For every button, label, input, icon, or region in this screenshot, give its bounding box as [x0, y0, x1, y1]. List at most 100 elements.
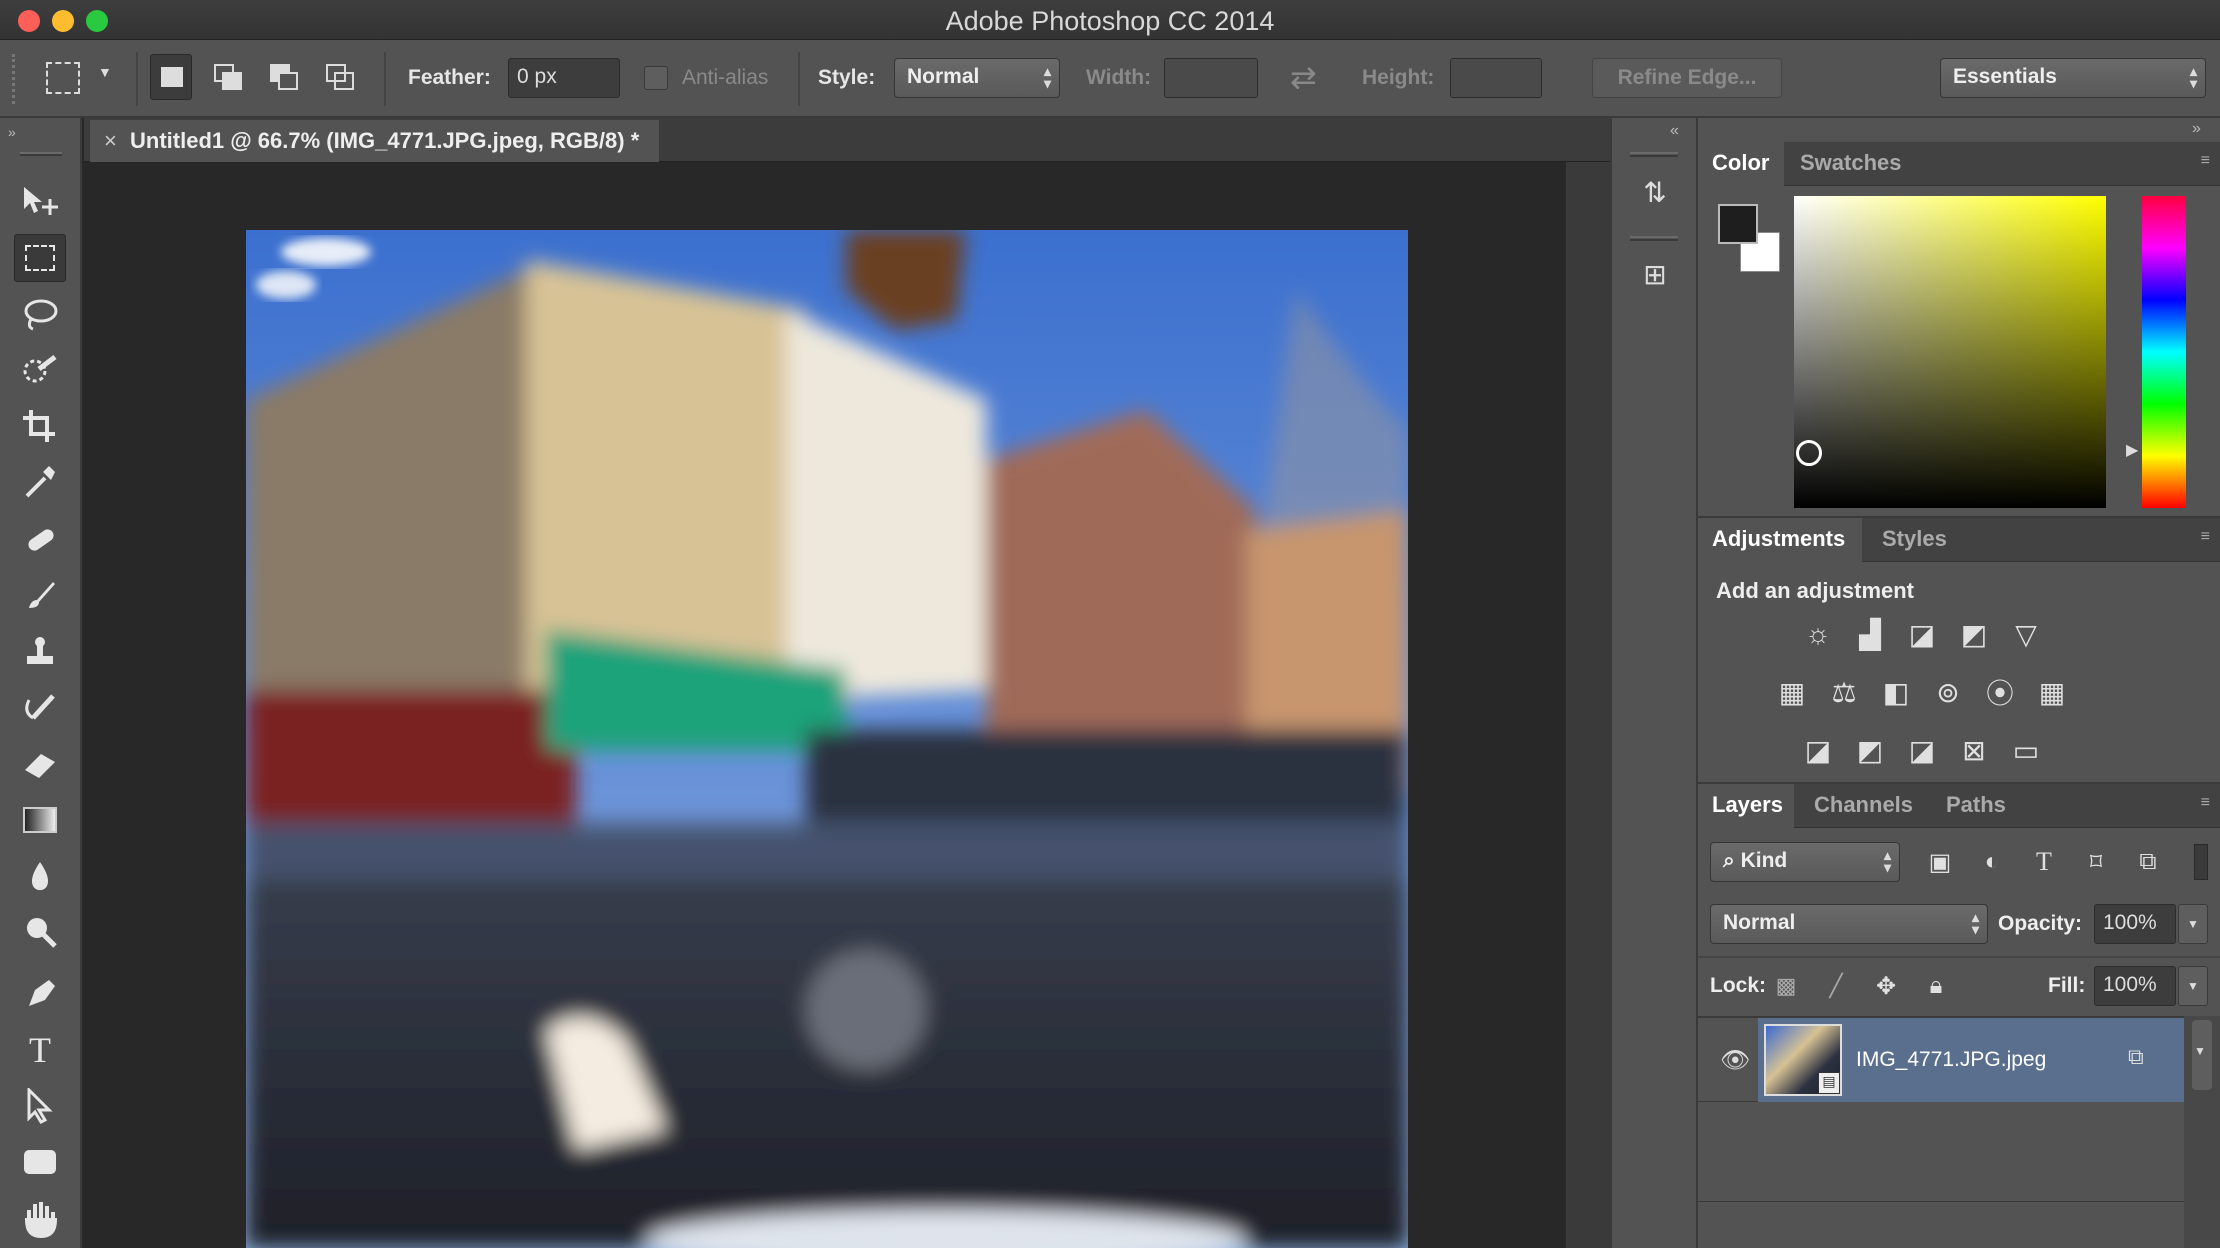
- blend-mode-dropdown[interactable]: Normal ▴ ▾: [1710, 904, 1988, 944]
- image-canvas[interactable]: [246, 230, 1408, 1248]
- brush-tool-icon[interactable]: [14, 572, 66, 620]
- layer-filter-value: Kind: [1740, 849, 1788, 872]
- toolbox-grip[interactable]: [20, 152, 62, 156]
- rectangular-marquee-tool-icon[interactable]: [14, 234, 66, 282]
- filter-toggle-switch[interactable]: [2194, 844, 2208, 880]
- color-field[interactable]: [1794, 196, 2106, 508]
- type-tool-icon[interactable]: T: [14, 1026, 66, 1074]
- eraser-tool-icon[interactable]: [14, 740, 66, 788]
- foreground-color-swatch[interactable]: [1718, 204, 1758, 244]
- collapse-panels-icon[interactable]: »: [2192, 120, 2201, 138]
- invert-icon[interactable]: ◪: [1798, 730, 1838, 770]
- eye-visibility-icon[interactable]: 👁︎: [1720, 1046, 1750, 1075]
- black-white-icon[interactable]: ◧: [1876, 672, 1916, 712]
- dodge-tool-icon[interactable]: [14, 908, 66, 956]
- photo-filter-icon[interactable]: ⊚: [1928, 672, 1968, 712]
- feather-input[interactable]: 0 px: [508, 58, 620, 98]
- hand-tool-icon[interactable]: [14, 1194, 66, 1242]
- vertical-scrollbar[interactable]: [1566, 162, 1610, 1248]
- color-picker-cursor[interactable]: [1796, 440, 1822, 466]
- tab-styles[interactable]: Styles: [1882, 526, 1947, 552]
- dock-grip[interactable]: [1630, 152, 1678, 157]
- tool-preset-chevron-down-icon[interactable]: ▼: [98, 64, 112, 80]
- style-dropdown[interactable]: Normal ▴ ▾: [894, 58, 1060, 98]
- filter-adjustment-layers-icon[interactable]: ◐: [1972, 842, 2012, 882]
- exposure-icon[interactable]: ◩: [1954, 614, 1994, 654]
- refine-edge-button[interactable]: Refine Edge...: [1592, 58, 1782, 98]
- fill-input[interactable]: 100%: [2094, 966, 2176, 1006]
- lock-image-pixels-icon[interactable]: ╱: [1816, 966, 1856, 1006]
- tab-channels[interactable]: Channels: [1814, 792, 1913, 818]
- collapse-dock-icon[interactable]: «: [1670, 122, 1679, 140]
- move-tool-icon[interactable]: [14, 178, 66, 226]
- brightness-contrast-icon[interactable]: ☼: [1798, 614, 1838, 654]
- document-tab[interactable]: × Untitled1 @ 66.7% (IMG_4771.JPG.jpeg, …: [90, 120, 660, 162]
- tab-adjustments[interactable]: Adjustments: [1712, 526, 1845, 552]
- vibrance-icon[interactable]: ▽: [2006, 614, 2046, 654]
- crop-tool-icon[interactable]: [14, 402, 66, 450]
- gradient-map-icon[interactable]: ▭: [2006, 730, 2046, 770]
- hue-slider-marker-icon[interactable]: ▶: [2126, 440, 2138, 460]
- threshold-icon[interactable]: ◪: [1902, 730, 1942, 770]
- pen-tool-icon[interactable]: [14, 970, 66, 1018]
- filter-pixel-layers-icon[interactable]: ▣: [1920, 842, 1960, 882]
- swap-width-height-icon[interactable]: ⇄: [1290, 58, 1317, 96]
- anti-alias-checkbox[interactable]: [644, 66, 668, 90]
- color-balance-icon[interactable]: ⚖: [1824, 672, 1864, 712]
- opacity-input[interactable]: 100%: [2094, 904, 2176, 944]
- levels-icon[interactable]: ▟: [1850, 614, 1890, 654]
- channel-mixer-icon[interactable]: ⦿: [1980, 672, 2020, 712]
- lasso-tool-icon[interactable]: [14, 290, 66, 338]
- filter-smart-objects-icon[interactable]: ⧉: [2128, 842, 2168, 882]
- lock-position-icon[interactable]: ✥: [1866, 966, 1906, 1006]
- workspace-dropdown[interactable]: Essentials ▴ ▾: [1940, 58, 2206, 98]
- fill-slider-chevron-down-icon[interactable]: ▼: [2178, 966, 2208, 1006]
- add-to-selection-button[interactable]: [208, 54, 250, 100]
- options-bar-grip[interactable]: [12, 54, 16, 104]
- rectangle-tool-icon[interactable]: [14, 1138, 66, 1186]
- selective-color-icon[interactable]: ⊠: [1954, 730, 1994, 770]
- lock-all-icon[interactable]: 🔒︎: [1916, 966, 1956, 1006]
- subtract-from-selection-button[interactable]: [264, 54, 306, 100]
- scroll-chevron-down-icon[interactable]: ▼: [2194, 1044, 2206, 1058]
- window-title-bar: Adobe Photoshop CC 2014: [0, 0, 2220, 40]
- history-brush-tool-icon[interactable]: [14, 684, 66, 732]
- layer-row[interactable]: 👁︎ ▤ IMG_4771.JPG.jpeg ⧉: [1698, 1018, 2184, 1102]
- new-selection-button[interactable]: [150, 54, 192, 100]
- blur-tool-icon[interactable]: [14, 852, 66, 900]
- layer-filter-dropdown[interactable]: ⌕ Kind ▴ ▾: [1710, 842, 1900, 882]
- marquee-preset-icon[interactable]: [46, 62, 80, 94]
- panel-menu-icon[interactable]: ≡: [2201, 794, 2210, 812]
- filter-type-layers-icon[interactable]: T: [2024, 842, 2064, 882]
- height-input[interactable]: [1450, 58, 1542, 98]
- dock-grip[interactable]: [1630, 236, 1678, 241]
- layer-name[interactable]: IMG_4771.JPG.jpeg: [1856, 1048, 2046, 1072]
- opacity-slider-chevron-down-icon[interactable]: ▼: [2178, 904, 2208, 944]
- hue-saturation-icon[interactable]: ▦: [1772, 672, 1812, 712]
- tab-color[interactable]: Color: [1712, 150, 1769, 176]
- gradient-tool-icon[interactable]: [14, 796, 66, 844]
- color-lookup-icon[interactable]: ▦: [2032, 672, 2072, 712]
- eyedropper-tool-icon[interactable]: [14, 458, 66, 506]
- tab-swatches[interactable]: Swatches: [1800, 150, 1902, 176]
- quick-selection-tool-icon[interactable]: [14, 346, 66, 394]
- hue-slider[interactable]: [2142, 196, 2186, 508]
- close-tab-icon[interactable]: ×: [104, 128, 117, 154]
- lock-transparent-pixels-icon[interactable]: ▩: [1766, 966, 1806, 1006]
- filter-shape-layers-icon[interactable]: ⌑: [2076, 842, 2116, 882]
- layers-scrollbar[interactable]: ▼: [2184, 1016, 2220, 1248]
- spot-healing-brush-tool-icon[interactable]: [14, 516, 66, 564]
- history-panel-icon[interactable]: ⇅: [1632, 176, 1678, 224]
- intersect-selection-button[interactable]: [320, 54, 362, 100]
- tab-paths[interactable]: Paths: [1946, 792, 2006, 818]
- width-input[interactable]: [1164, 58, 1258, 98]
- panel-menu-icon[interactable]: ≡: [2201, 152, 2210, 170]
- properties-panel-icon[interactable]: ⊞: [1632, 258, 1678, 306]
- posterize-icon[interactable]: ◩: [1850, 730, 1890, 770]
- curves-icon[interactable]: ◪: [1902, 614, 1942, 654]
- tab-layers[interactable]: Layers: [1712, 792, 1783, 818]
- clone-stamp-tool-icon[interactable]: [14, 628, 66, 676]
- path-selection-tool-icon[interactable]: [14, 1082, 66, 1130]
- expand-toolbox-icon[interactable]: »: [8, 124, 16, 140]
- panel-menu-icon[interactable]: ≡: [2201, 528, 2210, 546]
